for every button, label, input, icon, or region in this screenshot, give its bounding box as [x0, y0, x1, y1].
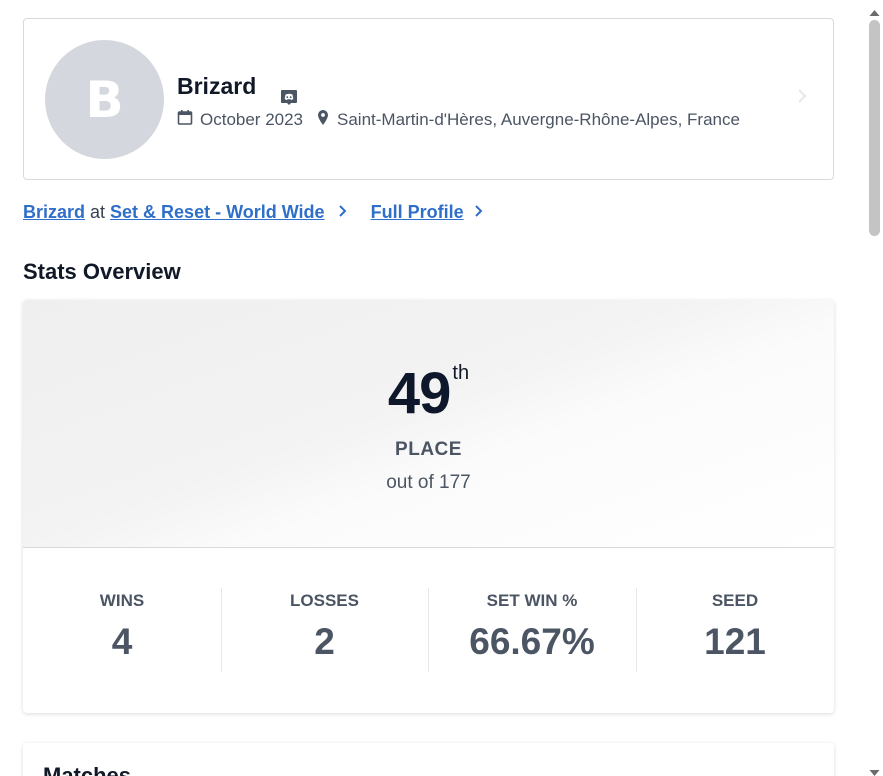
stats-overview-card: 49th PLACE out of 177 WINS 4 LOSSES 2 SE… — [23, 300, 834, 713]
stat-value: 121 — [704, 621, 766, 662]
stat-seed: SEED 121 — [636, 588, 834, 672]
scrollbar-thumb[interactable] — [869, 20, 880, 236]
stat-label: SET WIN % — [486, 591, 578, 610]
matches-title: Matches — [43, 763, 132, 776]
join-date: October 2023 — [200, 110, 304, 129]
profile-meta: October 2023 Saint-Martin-d'Hères, Auver… — [177, 109, 740, 131]
player-profile-card[interactable]: B Brizard October 2023 Saint-Martin-d'Hè… — [23, 18, 834, 180]
placement-label: PLACE — [395, 439, 462, 460]
placement-number: 49th — [23, 360, 834, 427]
chevron-right-icon[interactable] — [796, 87, 808, 110]
stat-value: 2 — [314, 621, 335, 662]
scrollbar[interactable] — [866, 0, 883, 776]
event-link[interactable]: Set & Reset - World Wide — [110, 202, 325, 223]
calendar-icon — [177, 109, 200, 131]
avatar: B — [45, 40, 164, 159]
stat-label: WINS — [99, 591, 145, 610]
stat-columns: WINS 4 LOSSES 2 SET WIN % 66.67% SEED 12… — [23, 548, 834, 713]
breadcrumb-links: Brizard at Set & Reset - World Wide Full… — [23, 202, 483, 223]
avatar-initial: B — [85, 70, 124, 129]
player-link[interactable]: Brizard — [23, 202, 85, 223]
chevron-right-icon[interactable] — [473, 202, 483, 223]
stat-set-win-pct: SET WIN % 66.67% — [428, 588, 636, 672]
chevron-right-icon[interactable] — [337, 202, 347, 223]
stat-label: LOSSES — [290, 591, 359, 610]
stat-losses: LOSSES 2 — [221, 588, 428, 672]
placement-panel: 49th PLACE out of 177 — [23, 300, 834, 548]
at-text: at — [90, 202, 106, 222]
stat-value: 4 — [111, 621, 133, 662]
location: Saint-Martin-d'Hères, Auvergne-Rhône-Alp… — [337, 110, 740, 129]
stat-value: 66.67% — [469, 621, 595, 662]
placement-suffix: th — [452, 362, 470, 384]
player-name: Brizard — [177, 73, 257, 99]
stat-label: SEED — [711, 591, 759, 610]
scroll-down-arrow-icon[interactable] — [869, 764, 880, 776]
stats-overview-title: Stats Overview — [23, 259, 181, 284]
full-profile-link[interactable]: Full Profile — [371, 202, 464, 223]
discord-icon[interactable] — [279, 87, 299, 107]
stat-wins: WINS 4 — [23, 588, 221, 672]
matches-card: Matches — [23, 743, 834, 776]
placement-value: 49 — [387, 361, 452, 426]
placement-out-of: out of 177 — [386, 472, 471, 493]
location-pin-icon — [317, 109, 337, 131]
